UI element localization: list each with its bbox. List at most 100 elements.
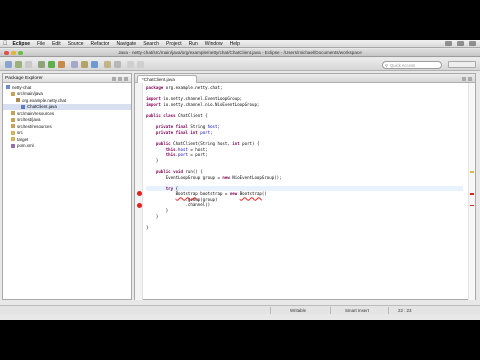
wifi-icon[interactable] [445, 41, 452, 46]
error-marker-icon[interactable] [136, 202, 142, 208]
run-icon[interactable] [48, 61, 55, 68]
editor-tab-bar: *ChatClient.java [135, 74, 475, 83]
link-editor-icon[interactable] [118, 76, 122, 81]
menu-eclipse[interactable]: Eclipse [13, 41, 31, 47]
search-tool-icon[interactable] [114, 61, 121, 68]
code-token: String [187, 124, 208, 130]
tree-item-icon [11, 143, 15, 148]
tree-item-icon [21, 104, 25, 109]
tree-item-label: org.example.netty.chat [22, 97, 67, 103]
status-insert-mode: Smart Insert [345, 308, 369, 313]
overview-marker[interactable] [470, 204, 474, 207]
error-token: Bootstrap [175, 191, 198, 197]
code-token: port) { [239, 140, 260, 146]
tree-item-icon [11, 130, 15, 135]
menu-project[interactable]: Project [166, 41, 182, 47]
new-class-icon[interactable] [91, 61, 98, 68]
external-tools-icon[interactable] [58, 61, 65, 68]
code-token: .channel() [146, 202, 211, 208]
code-token: NioEventLoopGroup(); [229, 174, 282, 180]
code-token: ChatClient { [175, 112, 208, 118]
menu-help[interactable]: Help [230, 41, 240, 47]
code-token: bootstrap = [197, 191, 230, 197]
new-java-project-icon[interactable] [71, 61, 78, 68]
menu-source[interactable]: Source [68, 41, 84, 47]
view-toolbar [112, 76, 128, 81]
menu-navigate[interactable]: Navigate [116, 41, 136, 47]
menu-search[interactable]: Search [143, 41, 159, 47]
code-token: public void [155, 168, 183, 174]
code-token: EventLoopGroup group = [146, 174, 223, 180]
status-bar: Writable Smart Insert 22 : 23 [0, 305, 480, 314]
editor-tab-chatclient[interactable]: *ChatClient.java [137, 75, 197, 83]
code-token: public [155, 140, 171, 146]
minimize-view-icon[interactable] [124, 76, 128, 81]
menu-run[interactable]: Run [189, 41, 198, 47]
tree-item-label: netty-chat [12, 84, 32, 90]
code-token: run() { [182, 168, 203, 174]
code-line: } [146, 225, 463, 231]
code-token: } [146, 208, 169, 214]
editor-gutter[interactable] [135, 83, 143, 300]
code-token: this [165, 146, 176, 152]
save-icon[interactable] [15, 61, 22, 68]
minimize-editor-icon[interactable] [462, 76, 466, 81]
tree-item-label: target [17, 136, 29, 142]
maximize-editor-icon[interactable] [468, 76, 472, 81]
forward-icon[interactable] [137, 61, 144, 68]
code-token: private final int [155, 129, 198, 135]
tree-item[interactable]: pom.xml [3, 143, 131, 150]
menu-window[interactable]: Window [205, 41, 223, 47]
code-token: io.netty.channel.EventLoopGroup; [160, 96, 243, 102]
code-token: host [178, 146, 188, 152]
error-marker-icon[interactable] [136, 191, 142, 197]
package-explorer-title: Package Explorer [5, 75, 43, 81]
tree-item-label: src/main/resources [17, 110, 55, 116]
apple-icon[interactable]:  [3, 41, 8, 47]
overview-marker[interactable] [470, 171, 474, 173]
menu-file[interactable]: File [37, 41, 45, 47]
tree-item-label: src/main/java [17, 91, 43, 97]
back-icon[interactable] [127, 61, 134, 68]
quick-access-input[interactable]: ⚲ Quick Access [382, 60, 442, 69]
tree-item-label: src/test/resources [17, 123, 52, 129]
quick-access-placeholder: Quick Access [390, 62, 416, 68]
code-area[interactable]: package org.example.netty.chat; import i… [146, 85, 463, 230]
menu-refactor[interactable]: Refactor [91, 41, 110, 47]
menu-bar:  Eclipse File Edit Source Refactor Navi… [0, 40, 480, 48]
tree-item-label: src [17, 130, 23, 136]
battery-icon[interactable] [457, 41, 464, 46]
menubar-status-icons [445, 41, 476, 46]
clock-icon[interactable] [469, 41, 476, 46]
debug-icon[interactable] [38, 61, 45, 68]
overview-ruler[interactable] [468, 83, 475, 300]
code-token: public class [146, 112, 176, 118]
code-token: int [232, 140, 240, 146]
menu-edit[interactable]: Edit [52, 41, 61, 47]
code-token: } [146, 157, 159, 163]
status-divider [270, 307, 271, 314]
search-icon: ⚲ [385, 63, 388, 68]
print-icon[interactable] [25, 61, 32, 68]
code-token: () [261, 191, 267, 197]
main-toolbar: ⚲ Quick Access [0, 58, 480, 71]
package-explorer-tab[interactable]: Package Explorer [3, 74, 131, 83]
new-icon[interactable] [5, 61, 12, 68]
eclipse-window:  Eclipse File Edit Source Refactor Navi… [0, 40, 480, 320]
collapse-all-icon[interactable] [112, 76, 116, 81]
new-package-icon[interactable] [81, 61, 88, 68]
code-token: import [146, 96, 161, 102]
open-type-icon[interactable] [104, 61, 111, 68]
code-token: org.example.netty.chat; [163, 85, 223, 90]
tree-item-icon [11, 111, 15, 116]
overview-marker[interactable] [470, 193, 474, 195]
status-divider [388, 307, 389, 314]
perspective-switcher[interactable] [448, 61, 476, 68]
code-token: package [146, 85, 164, 90]
code-token: new [222, 174, 230, 180]
